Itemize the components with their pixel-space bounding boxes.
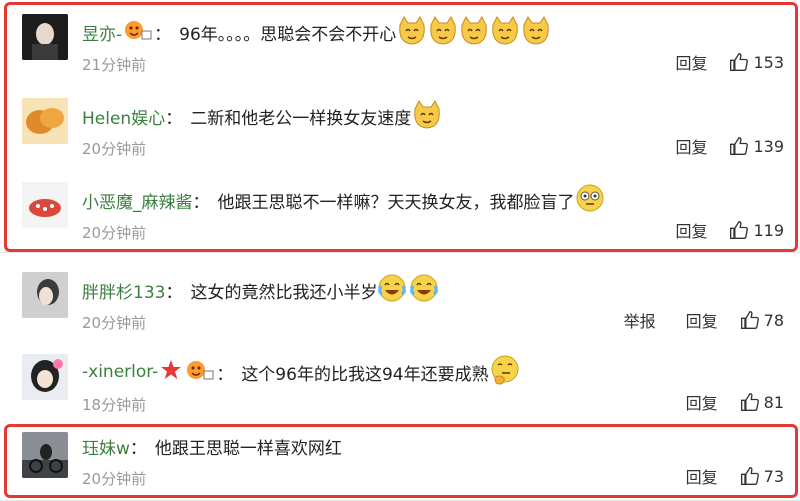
thumbs-up-icon (730, 220, 749, 239)
reply-button[interactable]: 回复 (686, 464, 718, 488)
report-button[interactable]: 举报 (624, 308, 656, 332)
like-button[interactable]: 153 (729, 52, 784, 72)
like-button[interactable]: 119 (729, 220, 784, 240)
reply-button[interactable]: 回复 (686, 390, 718, 414)
thinking-emoji-icon (489, 354, 521, 391)
username[interactable]: 昱亦- (82, 20, 122, 45)
thumbs-up-icon (740, 310, 759, 329)
thumbs-up-icon (740, 466, 759, 485)
like-count: 153 (753, 52, 784, 72)
comment-text: 他跟王思聪一样喜欢网红 (154, 438, 342, 459)
like-button[interactable]: 139 (729, 136, 784, 156)
like-count: 139 (753, 136, 784, 156)
fan-badge-icon (124, 19, 152, 46)
comment-text: 二新和他老公一样换女友速度 (190, 108, 412, 129)
avatar[interactable] (22, 14, 68, 60)
comment-text: 他跟王思聪不一样嘛？天天换女友，我都脸盲了 (217, 192, 575, 213)
comment-item: 珏妹w ： 他跟王思聪一样喜欢网红 20分钟前 回复 73 (0, 424, 800, 501)
like-button[interactable]: 78 (740, 310, 784, 330)
like-button[interactable]: 73 (740, 466, 784, 486)
username[interactable]: -xinerlor- (82, 362, 158, 382)
reply-button[interactable]: 回复 (675, 218, 707, 242)
username[interactable]: 珏妹w (82, 434, 130, 459)
like-count: 73 (763, 466, 784, 486)
timestamp: 20分钟前 (82, 314, 147, 332)
laugh-cry-emoji-icon (377, 273, 441, 308)
comment-feed: 昱亦- ： 96年。。。。思聪会不会不开心 21分钟前 回复 153 Helen… (0, 0, 800, 501)
thumbs-up-icon (740, 392, 759, 411)
comment-item: Helen娱心 ： 二新和他老公一样换女友速度 20分钟前 回复 139 (0, 84, 800, 169)
timestamp: 20分钟前 (82, 224, 147, 242)
comment-item: 小恶魔_麻辣酱 ： 他跟王思聪不一样嘛？天天换女友，我都脸盲了 20分钟前 回复… (0, 168, 800, 253)
like-count: 81 (763, 392, 784, 412)
star-badge-icon (160, 359, 182, 386)
comment-text: 96年。。。。思聪会不会不开心 (179, 24, 397, 45)
timestamp: 20分钟前 (82, 140, 147, 158)
avatar[interactable] (22, 182, 68, 228)
thumbs-up-icon (730, 136, 749, 155)
username[interactable]: 小恶魔_麻辣酱 (82, 188, 193, 213)
reply-button[interactable]: 回复 (675, 50, 707, 74)
timestamp: 21分钟前 (82, 56, 147, 74)
thumbs-up-icon (730, 52, 749, 71)
comment-text: 这女的竟然比我还小半岁 (190, 282, 378, 303)
eyes-emoji-icon (575, 183, 605, 218)
cat-emoji-icon (396, 15, 556, 50)
like-button[interactable]: 81 (740, 392, 784, 412)
comment-item: 昱亦- ： 96年。。。。思聪会不会不开心 21分钟前 回复 153 (0, 0, 800, 85)
avatar[interactable] (22, 272, 68, 318)
comment-text: 这个96年的比我这94年还要成熟 (241, 364, 489, 385)
username[interactable]: 胖胖杉133 (82, 278, 165, 303)
reply-button[interactable]: 回复 (686, 308, 718, 332)
like-count: 78 (763, 310, 784, 330)
avatar[interactable] (22, 98, 68, 144)
like-count: 119 (753, 220, 784, 240)
avatar[interactable] (22, 432, 68, 478)
comment-item: -xinerlor- ： 这个96年的比我这94年还要成熟 18分钟前 回复 8… (0, 340, 800, 425)
avatar[interactable] (22, 354, 68, 400)
cat-emoji-icon (411, 99, 443, 134)
timestamp: 20分钟前 (82, 470, 147, 488)
reply-button[interactable]: 回复 (675, 134, 707, 158)
comment-item: 胖胖杉133 ： 这女的竟然比我还小半岁 20分钟前 举报 回复 78 (0, 258, 800, 341)
timestamp: 18分钟前 (82, 396, 147, 414)
username[interactable]: Helen娱心 (82, 104, 165, 129)
fan-badge-icon (186, 359, 214, 386)
